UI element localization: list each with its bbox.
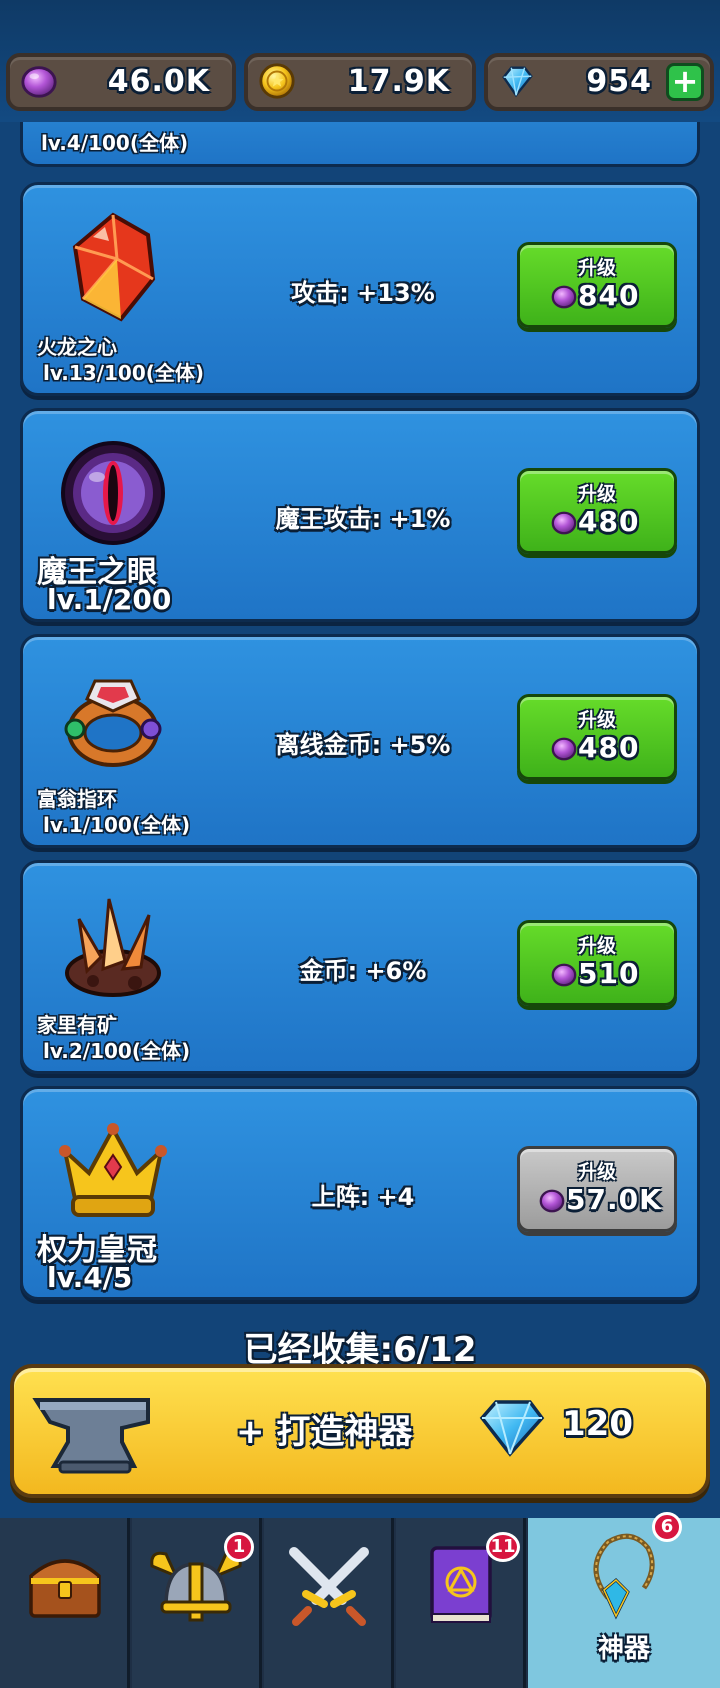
tab-treasure[interactable] — [0, 1518, 130, 1688]
item-level: lv.4/100(全体) — [41, 131, 189, 155]
item-level: lv.13/100(全体) — [43, 361, 205, 385]
purple-orb-icon — [551, 285, 577, 309]
artifact-card: 权力皇冠 lv.4/5 上阵: +4 升级 57.0K — [20, 1086, 700, 1300]
upgrade-label: 升级 — [577, 257, 616, 279]
upgrade-label: 升级 — [577, 483, 616, 505]
tab-artifacts[interactable]: 6 神器 — [528, 1512, 720, 1688]
gold-coin-icon — [259, 63, 295, 99]
purple-currency-value: 46.0K — [107, 64, 210, 99]
artifact-card: 魔王之眼 lv.1/200 魔王攻击: +1% 升级 480 — [20, 408, 700, 622]
diamond-icon — [502, 66, 533, 98]
purple-orb-icon — [539, 1189, 565, 1213]
gem-ring-icon — [64, 679, 162, 767]
tab-spellbook[interactable]: 11 — [396, 1518, 526, 1688]
diamond-counter: 954 + — [484, 53, 714, 111]
upgrade-button-disabled[interactable]: 升级 57.0K — [517, 1146, 677, 1232]
artifact-card: 富翁指环 lv.1/100(全体) 离线金币: +5% 升级 480 — [20, 634, 700, 848]
item-level: lv.2/100(全体) — [43, 1039, 191, 1063]
item-name: 火龙之心 — [37, 335, 117, 359]
diamond-value: 954 — [586, 64, 652, 99]
purple-orb-icon — [21, 66, 57, 98]
resource-bar: 46.0K 17.9K 954 + — [0, 0, 720, 122]
upgrade-cost: 480 — [578, 505, 640, 538]
upgrade-label: 升级 — [577, 709, 616, 731]
upgrade-label: 升级 — [577, 935, 616, 957]
treasure-chest-icon — [29, 1559, 101, 1618]
item-effect: 魔王攻击: +1% — [275, 505, 451, 533]
demon-eye-icon — [61, 441, 165, 545]
upgrade-cost: 510 — [578, 957, 640, 990]
purple-currency-counter: 46.0K — [6, 53, 236, 111]
upgrade-button[interactable]: 升级 480 — [517, 694, 677, 780]
item-effect: 离线金币: +5% — [275, 731, 451, 759]
item-level: lv.1/100(全体) — [43, 813, 191, 837]
crystal-ore-icon — [65, 898, 161, 997]
forge-artifact-button[interactable]: + 打造神器 120 — [10, 1364, 710, 1498]
notification-badge: 11 — [486, 1532, 520, 1562]
gold-currency-counter: 17.9K — [244, 53, 476, 111]
crown-icon — [59, 1123, 167, 1217]
purple-orb-icon — [551, 963, 577, 987]
diamond-icon — [479, 1400, 545, 1457]
crossed-swords-icon — [289, 1547, 369, 1626]
item-effect: 上阵: +4 — [311, 1183, 415, 1211]
fire-gem-icon — [72, 212, 156, 322]
artifact-card: 家里有矿 lv.2/100(全体) 金币: +6% 升级 510 — [20, 860, 700, 1074]
item-level: lv.1/200 — [47, 583, 172, 616]
tab-label: 神器 — [597, 1634, 650, 1664]
notification-badge: 6 — [652, 1512, 682, 1542]
upgrade-button[interactable]: 升级 480 — [517, 468, 677, 554]
upgrade-cost: 840 — [578, 279, 640, 312]
item-name: 家里有矿 — [37, 1013, 117, 1037]
add-diamonds-button[interactable]: + — [666, 63, 704, 101]
artifact-card: 火龙之心 lv.13/100(全体) 攻击: +13% 升级 840 — [20, 182, 700, 396]
amulet-icon — [593, 1533, 655, 1620]
tab-battle[interactable] — [264, 1518, 394, 1688]
bottom-navigation: 1 11 6 神器 — [0, 1512, 720, 1688]
upgrade-cost: 480 — [578, 731, 640, 764]
upgrade-button[interactable]: 升级 840 — [517, 242, 677, 328]
item-name: 富翁指环 — [37, 787, 117, 811]
item-level: lv.4/5 — [47, 1261, 133, 1294]
notification-badge: 1 — [224, 1532, 254, 1562]
forge-cost: 120 — [562, 1404, 633, 1444]
anvil-icon — [32, 1398, 150, 1474]
tab-heroes[interactable]: 1 — [132, 1518, 262, 1688]
upgrade-cost: 57.0K — [566, 1183, 662, 1216]
purple-orb-icon — [551, 737, 577, 761]
purple-orb-icon — [551, 511, 577, 535]
forge-label: + 打造神器 — [236, 1412, 413, 1452]
upgrade-label: 升级 — [577, 1161, 616, 1183]
spell-book-icon — [430, 1546, 492, 1623]
upgrade-button[interactable]: 升级 510 — [517, 920, 677, 1006]
item-effect: 金币: +6% — [299, 957, 427, 985]
item-effect: 攻击: +13% — [291, 279, 435, 307]
gold-currency-value: 17.9K — [347, 64, 450, 99]
